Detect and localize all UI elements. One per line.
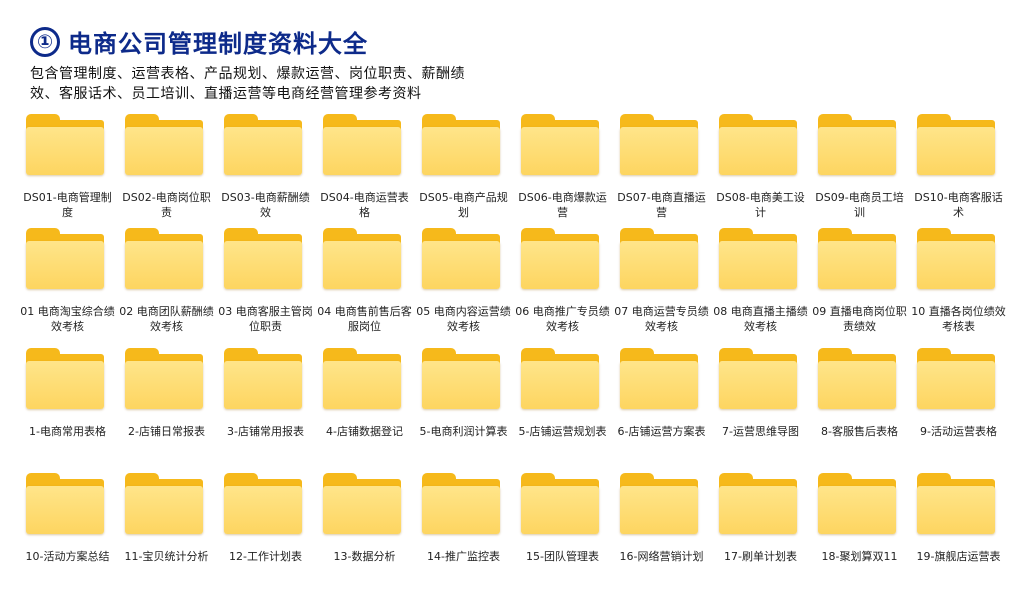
folder-label: 01 电商淘宝综合绩效考核 — [20, 305, 115, 333]
folder-label: 7-运营思维导图 — [722, 425, 799, 438]
folder-label: DS04-电商运营表格 — [320, 191, 409, 219]
folder-icon — [26, 228, 104, 292]
folder-icon — [620, 228, 698, 292]
folder-icon — [26, 473, 104, 537]
folder-label: 02 电商团队薪酬绩效考核 — [119, 305, 214, 333]
folder-icon — [917, 114, 995, 178]
folder-label: 9-活动运营表格 — [920, 425, 997, 438]
folder-label: 18-聚划算双11 — [821, 550, 898, 563]
folder-icon — [719, 348, 797, 412]
folder-icon — [26, 114, 104, 178]
folder-icon — [26, 348, 104, 412]
folder-icon — [125, 228, 203, 292]
folder-label: DS03-电商薪酬绩效 — [221, 191, 310, 219]
folder-icon — [125, 348, 203, 412]
folder-icon — [620, 473, 698, 537]
folder-label: 3-店铺常用报表 — [227, 425, 304, 438]
folder-label: 13-数据分析 — [333, 550, 396, 563]
folder-label: 09 直播电商岗位职责绩效 — [812, 305, 907, 333]
folder-icon — [224, 473, 302, 537]
folder-label: 19-旗舰店运营表 — [916, 550, 1001, 563]
folder-label: 4-店铺数据登记 — [326, 425, 403, 438]
folder-label: 5-电商利润计算表 — [419, 425, 508, 438]
folder-label: DS08-电商美工设计 — [716, 191, 805, 219]
folder-icon — [422, 473, 500, 537]
folder-label: 14-推广监控表 — [427, 550, 500, 563]
folder-icon — [818, 348, 896, 412]
folder-label: 06 电商推广专员绩效考核 — [515, 305, 610, 333]
folder-label: DS05-电商产品规划 — [419, 191, 508, 219]
folder-icon — [917, 348, 995, 412]
folder-label: 6-店铺运营方案表 — [617, 425, 706, 438]
folder-label: 10-活动方案总结 — [25, 550, 110, 563]
folder-icon — [422, 114, 500, 178]
folder-label: 15-团队管理表 — [526, 550, 599, 563]
folder-label: 5-店铺运营规划表 — [518, 425, 607, 438]
folder-icon — [422, 348, 500, 412]
folder-icon — [224, 348, 302, 412]
folder-label: 8-客服售后表格 — [821, 425, 898, 438]
folder-icon — [224, 114, 302, 178]
folder-icon — [125, 114, 203, 178]
folder-label: DS09-电商员工培训 — [815, 191, 904, 219]
folder-icon — [917, 473, 995, 537]
folder-icon — [719, 228, 797, 292]
folder-label: 16-网络营销计划 — [619, 550, 704, 563]
folder-label: 12-工作计划表 — [229, 550, 302, 563]
folder-icon — [719, 114, 797, 178]
folder-icon — [521, 114, 599, 178]
folder-icon — [719, 473, 797, 537]
folder-icon — [323, 473, 401, 537]
folder-icon — [818, 114, 896, 178]
folder-icon — [224, 228, 302, 292]
folder-icon — [917, 228, 995, 292]
folder-label: 17-刷单计划表 — [724, 550, 797, 563]
folder-icon — [323, 114, 401, 178]
folder-label: 04 电商售前售后客服岗位 — [317, 305, 412, 333]
folder-icon — [818, 473, 896, 537]
folder-label: DS10-电商客服话术 — [914, 191, 1003, 219]
folder-icon — [818, 228, 896, 292]
folder-icon — [323, 348, 401, 412]
folder-label: 1-电商常用表格 — [29, 425, 106, 438]
folder-label: 08 电商直播主播绩效考核 — [713, 305, 808, 333]
folder-label: 10 直播各岗位绩效考核表 — [911, 305, 1006, 333]
folder-label: DS06-电商爆款运营 — [518, 191, 607, 219]
folder-icon — [521, 473, 599, 537]
folder-grid: DS01-电商管理制度 DS02-电商岗位职责 DS03-电商薪酬绩效 DS04-电商… — [18, 0, 1018, 611]
folder-icon — [125, 473, 203, 537]
folder-icon — [521, 228, 599, 292]
folder-label: DS01-电商管理制度 — [23, 191, 112, 219]
folder-icon — [422, 228, 500, 292]
folder-label: 11-宝贝统计分析 — [124, 550, 209, 563]
folder-label: DS07-电商直播运营 — [617, 191, 706, 219]
folder-label: 2-店铺日常报表 — [128, 425, 205, 438]
folder-icon — [620, 114, 698, 178]
folder-label: 05 电商内容运营绩效考核 — [416, 305, 511, 333]
folder-label: DS02-电商岗位职责 — [122, 191, 211, 219]
folder-label: 07 电商运营专员绩效考核 — [614, 305, 709, 333]
folder-label: 03 电商客服主管岗位职责 — [218, 305, 313, 333]
folder-icon — [323, 228, 401, 292]
folder-icon — [620, 348, 698, 412]
folder-icon — [521, 348, 599, 412]
